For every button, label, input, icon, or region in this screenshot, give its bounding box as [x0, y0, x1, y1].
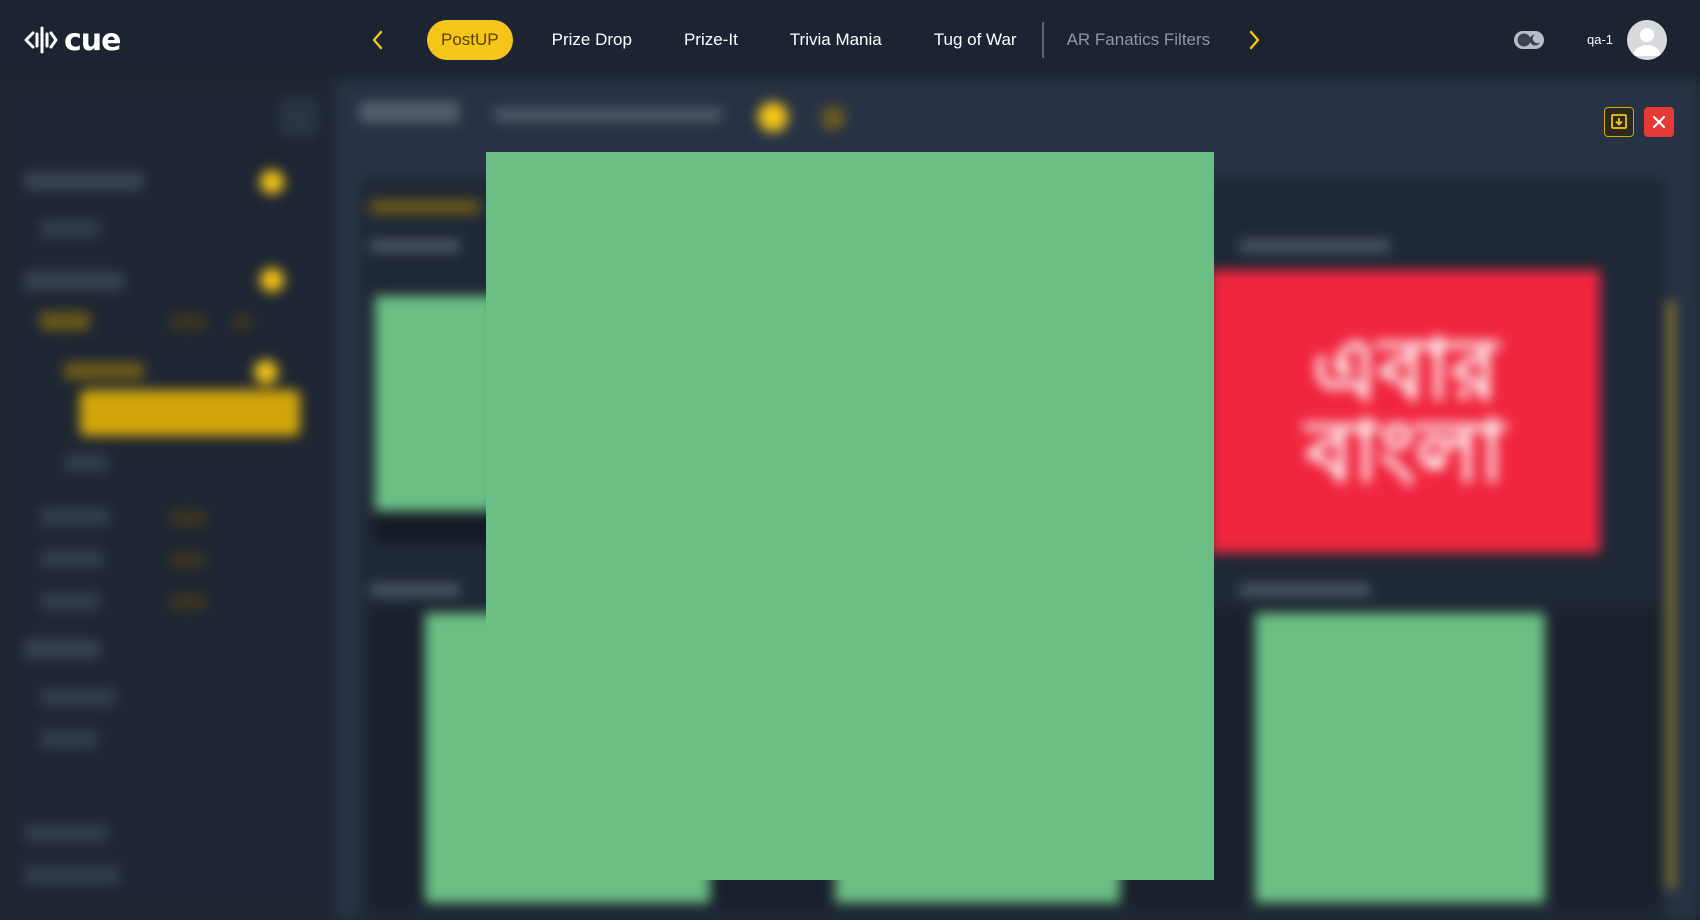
- theme-toggle[interactable]: [1514, 30, 1544, 50]
- chevron-left-icon: [372, 30, 383, 50]
- image-placeholder[interactable]: [1255, 613, 1545, 903]
- promo-image-card[interactable]: এবার বাংলা: [1210, 270, 1600, 553]
- sidebar-item[interactable]: [40, 592, 100, 610]
- section-title: [370, 200, 480, 214]
- breadcrumb: [493, 108, 723, 122]
- sidebar-chip: [232, 314, 252, 330]
- tab-prize-it[interactable]: Prize-It: [671, 20, 751, 60]
- sidebar-selected-item[interactable]: [80, 390, 300, 436]
- settings-icon[interactable]: [821, 106, 845, 130]
- sidebar-item[interactable]: [64, 362, 144, 380]
- tab-ar-fanatics-filters[interactable]: AR Fanatics Filters: [1054, 20, 1224, 60]
- logo-text: cue: [64, 22, 121, 58]
- sidebar-item[interactable]: [40, 312, 90, 330]
- chevron-right-icon: [1249, 30, 1260, 50]
- theme-toggle-icon: [1514, 31, 1544, 49]
- user-avatar[interactable]: [1627, 20, 1667, 60]
- sidebar-add-icon[interactable]: [260, 268, 284, 292]
- nav-prev-button[interactable]: [364, 24, 392, 56]
- scrollbar[interactable]: [1667, 300, 1675, 890]
- tab-tug-of-war[interactable]: Tug of War: [921, 20, 1030, 60]
- sidebar-item[interactable]: [40, 220, 100, 238]
- sidebar-add-icon[interactable]: [260, 170, 284, 194]
- image-preview-placeholder: [486, 152, 1214, 880]
- nav-next-button[interactable]: [1240, 24, 1268, 56]
- download-button[interactable]: [1604, 107, 1634, 137]
- sidebar: [0, 80, 333, 920]
- field-label: [1240, 584, 1370, 596]
- close-button[interactable]: [1644, 107, 1674, 137]
- tab-prize-drop[interactable]: Prize Drop: [539, 20, 645, 60]
- tab-postup[interactable]: PostUP: [427, 20, 513, 60]
- sidebar-add-icon[interactable]: [254, 360, 278, 384]
- sidebar-item[interactable]: [24, 640, 100, 658]
- promo-text-line2: বাংলা: [1305, 401, 1505, 502]
- sidebar-item[interactable]: [24, 866, 120, 884]
- edit-icon[interactable]: [758, 102, 788, 132]
- tab-divider: [1041, 22, 1044, 58]
- sidebar-chip: [170, 594, 206, 610]
- sidebar-item[interactable]: [64, 454, 108, 472]
- promo-text-line1: এবার: [1312, 319, 1498, 420]
- sidebar-item[interactable]: [40, 688, 116, 706]
- sidebar-item[interactable]: [24, 172, 144, 190]
- logo-soundwave-icon: [24, 26, 58, 54]
- sidebar-item[interactable]: [24, 824, 108, 842]
- image-caption-bar: [375, 513, 495, 543]
- close-icon: [1652, 115, 1666, 129]
- sidebar-item[interactable]: [40, 550, 104, 568]
- username: qa-1: [1587, 32, 1614, 47]
- download-icon: [1611, 114, 1627, 129]
- sidebar-chip: [170, 314, 206, 330]
- field-label: [1240, 240, 1390, 252]
- page-title: [359, 102, 459, 122]
- field-label: [370, 240, 460, 252]
- top-navigation-bar: cue PostUP Prize Drop Prize-It Trivia Ma…: [0, 0, 1700, 80]
- sidebar-item[interactable]: [40, 508, 110, 526]
- sidebar-collapse-button[interactable]: [280, 98, 318, 136]
- game-tabs: PostUP Prize Drop Prize-It Trivia Mania …: [427, 20, 1249, 60]
- image-placeholder[interactable]: [375, 296, 495, 511]
- sidebar-chip: [170, 510, 206, 526]
- sidebar-chip: [170, 552, 206, 568]
- user-avatar-icon: [1633, 28, 1661, 56]
- sidebar-item[interactable]: [40, 730, 98, 748]
- tab-trivia-mania[interactable]: Trivia Mania: [777, 20, 895, 60]
- sidebar-item[interactable]: [24, 272, 124, 290]
- field-label: [370, 584, 460, 596]
- cue-logo[interactable]: cue: [24, 20, 121, 60]
